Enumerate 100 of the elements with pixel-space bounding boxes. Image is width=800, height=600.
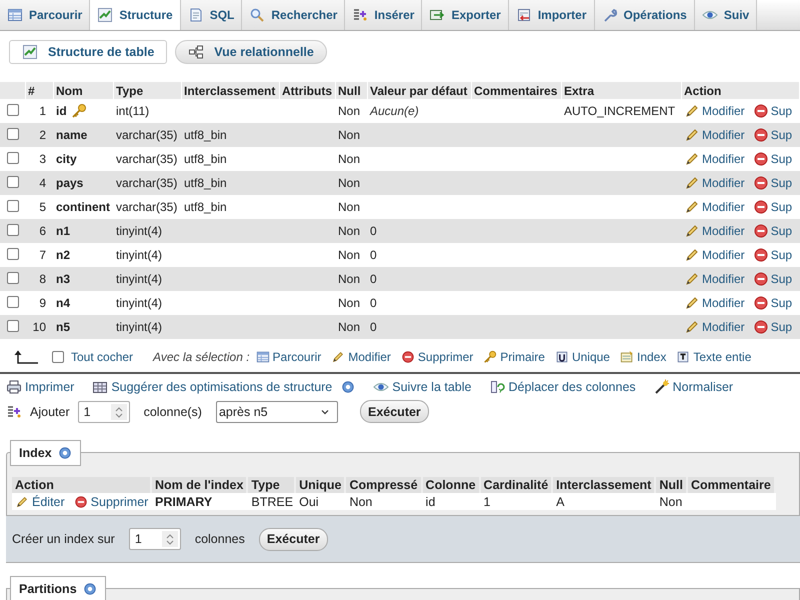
text-icon [676, 350, 690, 364]
toolbar-link[interactable]: Imprimer [25, 380, 74, 394]
column-header: Nom de l'index [152, 477, 248, 493]
insert-icon [6, 404, 22, 420]
toolbar-link[interactable]: Suivre la table [392, 380, 472, 394]
checkbox[interactable] [52, 351, 64, 363]
column-name: n4 [56, 296, 70, 310]
delete-link[interactable]: Sup [770, 296, 792, 310]
edit-link[interactable]: Modifier [702, 128, 745, 142]
edit-link[interactable]: Éditer [32, 494, 65, 508]
tab[interactable]: Parcourir [0, 0, 90, 30]
delete-link[interactable]: Sup [770, 176, 792, 190]
bulk-action-link[interactable]: Texte entie [693, 350, 752, 364]
tab[interactable]: SQL [180, 0, 242, 30]
checkbox[interactable] [7, 248, 19, 260]
edit-link[interactable]: Modifier [702, 200, 745, 214]
tab[interactable]: Insérer [345, 0, 422, 30]
toolbar-link[interactable]: Déplacer des colonnes [508, 380, 636, 394]
check-all-label[interactable]: Tout cocher [71, 350, 134, 364]
table-cell: 0 [368, 219, 472, 243]
tab[interactable]: Rechercher [242, 0, 346, 30]
column-name: pays [56, 176, 84, 190]
checkbox[interactable] [7, 128, 19, 140]
subnav-tab[interactable]: Vue relationnelle [175, 40, 327, 64]
checkbox[interactable] [7, 296, 19, 308]
delete-link[interactable]: Sup [770, 224, 792, 238]
delete-link[interactable]: Sup [770, 152, 792, 166]
delete-link[interactable]: Sup [770, 272, 792, 286]
checkbox[interactable] [7, 104, 19, 116]
unit-label: colonnes [194, 532, 245, 546]
table-cell: BTREE [248, 493, 296, 510]
pencil-icon [15, 494, 29, 508]
delete-link[interactable]: Supprimer [90, 494, 148, 508]
position-dropdown[interactable]: après n5 [216, 400, 338, 422]
delete-link[interactable]: Sup [770, 104, 792, 118]
tab[interactable]: Structure [90, 0, 181, 30]
delete-link[interactable]: Sup [770, 128, 792, 142]
edit-link[interactable]: Modifier [702, 104, 745, 118]
help-icon [58, 446, 72, 460]
checkbox[interactable] [7, 152, 19, 164]
bulk-action-link[interactable]: Unique [572, 350, 610, 364]
table-cell: Non [346, 493, 423, 510]
toolbar-link[interactable]: Normaliser [672, 380, 734, 394]
column-name: n5 [56, 320, 70, 334]
table-cell: 1 [480, 493, 554, 510]
toolbar-link[interactable]: Suggérer des optimisations de structure [111, 380, 332, 394]
tab[interactable]: Opérations [594, 0, 695, 30]
delete-link[interactable]: Sup [770, 248, 792, 262]
edit-link[interactable]: Modifier [702, 248, 745, 262]
bulk-action-link[interactable]: Parcourir [272, 350, 322, 364]
tab[interactable]: Importer [508, 0, 594, 30]
tab[interactable]: Suiv [694, 0, 758, 30]
pencil-icon [684, 127, 700, 143]
execute-button[interactable]: Exécuter [258, 528, 328, 550]
table-cell: PRIMARY [152, 493, 248, 510]
column-header: Compressé [346, 477, 423, 493]
delete-icon [752, 199, 769, 215]
column-name: id [56, 104, 67, 118]
delete-link[interactable]: Sup [770, 320, 792, 334]
checkbox[interactable] [7, 176, 19, 188]
table-cell: A [553, 493, 656, 510]
table-cell: Oui [296, 493, 346, 510]
edit-link[interactable]: Modifier [702, 296, 745, 310]
spinner-icon [110, 404, 127, 420]
edit-link[interactable]: Modifier [702, 152, 745, 166]
column-header: Cardinalité [480, 477, 554, 493]
tab[interactable]: Exporter [422, 0, 509, 30]
column-name: n2 [56, 248, 70, 262]
column-name: n1 [56, 224, 70, 238]
table-cell-text: Non [337, 151, 362, 168]
delete-icon [752, 271, 769, 287]
bulk-action-link[interactable]: Modifier [348, 350, 391, 364]
execute-button[interactable]: Exécuter [360, 400, 429, 423]
checkbox[interactable] [7, 272, 19, 284]
edit-link[interactable]: Modifier [702, 320, 745, 334]
number-field[interactable]: 1 [78, 400, 130, 422]
bulk-action-link[interactable]: Index [636, 350, 666, 364]
pencil-icon [684, 151, 700, 167]
pencil-icon [684, 223, 700, 239]
table-cell: Non [336, 267, 368, 291]
checkbox[interactable] [7, 320, 19, 332]
subnav-tab[interactable]: Structure de table [9, 40, 168, 64]
delete-link[interactable]: Sup [770, 200, 792, 214]
table-cell: Non [336, 123, 368, 147]
add-label: Ajouter [30, 404, 70, 418]
edit-link[interactable]: Modifier [702, 224, 745, 238]
edit-link[interactable]: Modifier [702, 272, 745, 286]
checkbox[interactable] [7, 224, 19, 236]
edit-link[interactable]: Modifier [702, 176, 745, 190]
database-icon [92, 379, 108, 395]
number-field[interactable]: 1 [128, 528, 181, 550]
bulk-action-link[interactable]: Supprimer [418, 350, 474, 364]
table-cell: varchar(35) [114, 171, 182, 195]
table-cell-text: 3 [38, 151, 47, 168]
table-cell: 6 [26, 219, 54, 243]
column-header: Nom [54, 82, 114, 99]
bulk-action-link[interactable]: Primaire [500, 350, 545, 364]
table-cell: varchar(35) [114, 123, 182, 147]
chart-icon [22, 44, 38, 60]
checkbox[interactable] [7, 200, 19, 212]
